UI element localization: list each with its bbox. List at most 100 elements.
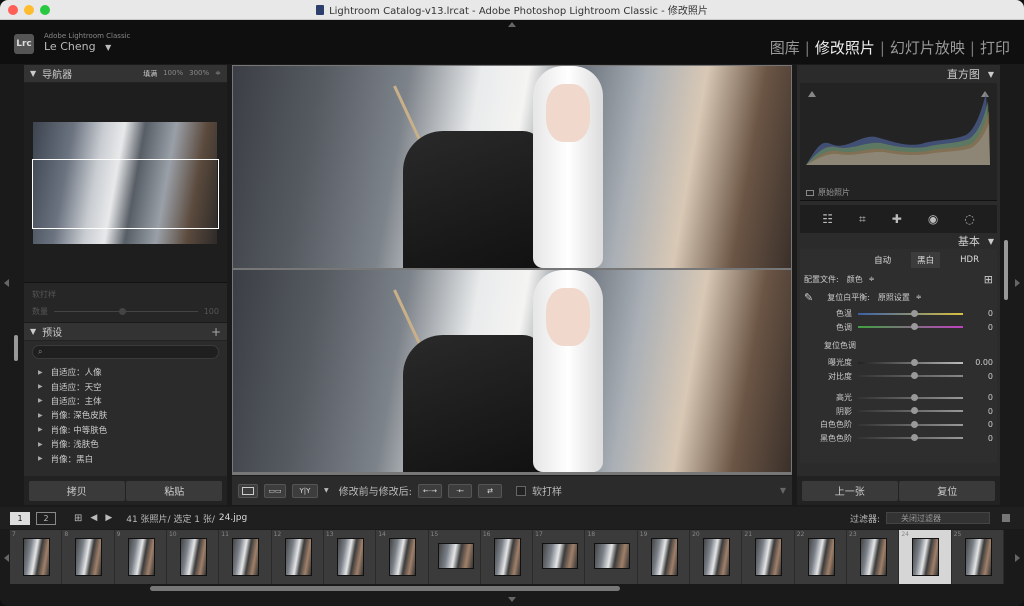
tint-value[interactable]: 0 <box>963 323 993 332</box>
profile-select[interactable]: 颜色 <box>847 274 863 285</box>
shadows-value[interactable]: 0 <box>963 407 993 416</box>
filmstrip-thumbnail[interactable]: 23 <box>847 530 900 584</box>
zoom-more[interactable]: ≑ <box>215 69 221 79</box>
before-after-view[interactable] <box>232 65 792 475</box>
filmstrip-thumbnail[interactable]: 11 <box>219 530 272 584</box>
zoom-300[interactable]: 300% <box>189 69 209 79</box>
highlights-value[interactable]: 0 <box>963 393 993 402</box>
red-eye-icon[interactable]: ◉ <box>928 212 938 226</box>
filter-select[interactable]: 关闭过滤器 <box>886 512 990 524</box>
shadows-slider[interactable] <box>858 407 963 415</box>
histogram[interactable]: 原始照片 <box>800 83 997 201</box>
filmstrip-thumbnail[interactable]: 21 <box>742 530 795 584</box>
filmstrip-thumbnail[interactable]: 8 <box>62 530 115 584</box>
reset-button[interactable]: 复位 <box>899 480 996 501</box>
top-panel-toggle-icon[interactable] <box>508 22 516 27</box>
auto-button[interactable]: 自动 <box>868 252 897 268</box>
preset-item[interactable]: ▶ 自适应：人像 <box>24 365 227 379</box>
swap-before-after-button[interactable]: ⇄ <box>478 483 502 498</box>
module-slideshow[interactable]: 幻灯片放映 <box>890 37 965 58</box>
filmstrip-thumbnail[interactable]: 22 <box>794 530 847 584</box>
module-library[interactable]: 图库 <box>770 37 800 58</box>
tint-slider[interactable] <box>858 323 963 331</box>
preset-item[interactable]: ▶ 肖像: 浅肤色 <box>24 437 227 451</box>
contrast-slider[interactable] <box>858 372 963 380</box>
histogram-header[interactable]: 直方图 ▼ <box>797 65 1000 83</box>
highlights-slider[interactable] <box>858 393 963 401</box>
filmstrip-thumbnail[interactable]: 16 <box>480 530 534 584</box>
filmstrip-thumbnail[interactable]: 20 <box>690 530 743 584</box>
add-preset-button[interactable]: + <box>211 325 221 339</box>
identity-plate[interactable]: Le Cheng ▼ <box>44 40 111 53</box>
filmstrip-thumbnail[interactable]: 12 <box>271 530 324 584</box>
preset-item[interactable]: ▶ 肖像: 深色皮肤 <box>24 408 227 422</box>
chevron-updown-icon[interactable]: ≑ <box>869 275 875 283</box>
healing-icon[interactable]: ✚ <box>892 212 902 226</box>
before-after-view-button[interactable]: ▭▭ <box>264 483 286 498</box>
filter-lock-icon[interactable] <box>1002 514 1010 522</box>
tone-reset-label[interactable]: 复位色调 <box>824 340 856 351</box>
whites-value[interactable]: 0 <box>963 420 993 429</box>
soft-proof-checkbox[interactable] <box>516 485 526 496</box>
copy-button[interactable]: 拷贝 <box>28 480 125 501</box>
zoom-100[interactable]: 100% <box>163 69 183 79</box>
temp-slider[interactable] <box>858 309 963 317</box>
whites-slider[interactable] <box>858 420 963 428</box>
grid-view-icon[interactable]: ⊞ <box>74 513 82 524</box>
paste-button[interactable]: 粘贴 <box>126 480 223 501</box>
before-after-yy-button[interactable]: Y|Y <box>292 483 318 498</box>
filmstrip-thumbnail[interactable]: 25 <box>951 530 1004 584</box>
profile-browser-icon[interactable]: ⊞ <box>984 273 993 286</box>
masking-icon[interactable]: ◌ <box>964 212 974 226</box>
basic-header[interactable]: 基本 ▼ <box>797 233 1000 249</box>
soft-proof-slider[interactable] <box>54 308 198 315</box>
filmstrip-scrollbar[interactable] <box>150 586 620 591</box>
wb-select[interactable]: 原照设置 <box>878 292 910 303</box>
current-filename[interactable]: 24.jpg <box>219 513 247 523</box>
module-print[interactable]: 打印 <box>980 37 1010 58</box>
black-white-button[interactable]: 黑白 <box>911 252 941 268</box>
navigator-header[interactable]: ▼ 导航器 填满 100% 300% ≑ <box>24 65 227 83</box>
eyedropper-icon[interactable]: ✎ <box>804 291 813 304</box>
zoom-fill[interactable]: 填满 <box>143 69 157 79</box>
minimize-window-button[interactable] <box>24 5 34 15</box>
filmstrip-thumbnail[interactable]: 7 <box>10 530 63 584</box>
presets-header[interactable]: ▼ 预设 + <box>24 323 227 341</box>
loupe-view-button[interactable] <box>238 483 258 498</box>
filmstrip-thumbnail[interactable]: 15 <box>428 530 481 584</box>
copy-after-to-before-button[interactable]: ·← <box>448 483 472 498</box>
preset-search-input[interactable]: ⌕ <box>32 345 219 359</box>
preset-item[interactable]: ▶ 肖像: 中等肤色 <box>24 423 227 437</box>
preset-item[interactable]: ▶ 自适应：主体 <box>24 394 227 408</box>
secondary-window-button[interactable]: 2 <box>36 511 56 525</box>
preset-item[interactable]: ▶ 肖像：黑白 <box>24 451 227 465</box>
filmstrip-thumbnail[interactable]: 17 <box>533 530 586 584</box>
chevron-updown-icon[interactable]: ≑ <box>916 293 922 301</box>
original-photo-toggle[interactable]: 原始照片 <box>806 187 850 198</box>
close-window-button[interactable] <box>8 5 18 15</box>
right-scrollbar[interactable] <box>1004 240 1008 300</box>
module-develop[interactable]: 修改照片 <box>815 37 875 58</box>
exposure-slider[interactable] <box>858 358 963 366</box>
main-window-button[interactable]: 1 <box>10 511 30 525</box>
left-panel-toggle-icon[interactable] <box>4 279 9 287</box>
edit-sliders-icon[interactable]: ☷ <box>822 212 833 226</box>
filmstrip-thumbnail[interactable]: 19 <box>637 530 691 584</box>
dropdown-arrow-icon[interactable]: ▼ <box>324 487 329 494</box>
previous-button[interactable]: 上一张 <box>801 480 898 501</box>
blacks-value[interactable]: 0 <box>963 434 993 443</box>
maximize-window-button[interactable] <box>40 5 50 15</box>
forward-arrow-icon[interactable]: ▶ <box>105 513 112 523</box>
blacks-slider[interactable] <box>858 434 963 442</box>
copy-before-to-after-button[interactable]: ←·→ <box>418 483 442 498</box>
filmstrip-thumbnail[interactable]: 18 <box>585 530 638 584</box>
filmstrip-thumbnail[interactable]: 14 <box>376 530 429 584</box>
crop-icon[interactable]: ⌗ <box>859 212 866 227</box>
filmstrip-left-icon[interactable] <box>4 554 9 562</box>
contrast-value[interactable]: 0 <box>963 372 993 381</box>
back-arrow-icon[interactable]: ◀ <box>90 513 97 523</box>
preset-item[interactable]: ▶ 自适应：天空 <box>24 379 227 393</box>
filmstrip-thumbnail[interactable]: 10 <box>166 530 220 584</box>
filmstrip-right-icon[interactable] <box>1015 554 1020 562</box>
navigator-view-box[interactable] <box>32 159 219 229</box>
